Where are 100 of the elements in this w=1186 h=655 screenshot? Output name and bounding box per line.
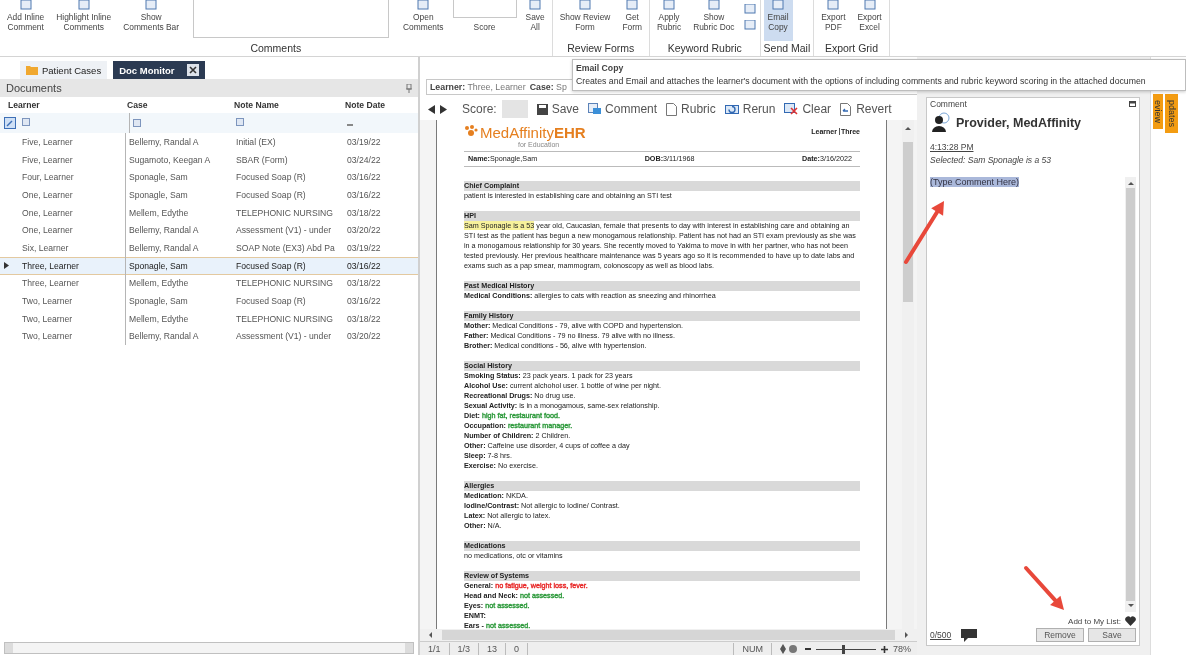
toolbar-button[interactable]: Revert [840, 102, 892, 116]
selection-text: Selected: Sam Sponagle is a 53 [930, 155, 1052, 165]
column-header[interactable]: Case [125, 100, 232, 110]
table-cell-text: 03/24/22 [346, 154, 382, 165]
table-cell: Mellem, Edythe [125, 203, 232, 222]
table-row[interactable]: Five, Learner Sugamoto, Keegan A SBAR (Form) 03/24/22 [0, 150, 418, 169]
score-label: Score [473, 22, 496, 32]
speech-bubble-icon[interactable] [961, 628, 978, 642]
previous-icon[interactable] [428, 104, 435, 114]
group-label: Review Forms [566, 41, 636, 55]
table-row[interactable]: Two, Learner Sponagle, Sam Focused Soap (R) 03/16/22 [0, 292, 418, 310]
table-row[interactable]: Six, Learner Bellemy, Randal A SOAP Note (EX3) Abd Pa 03/19/22 [0, 239, 418, 257]
ribbon-button[interactable]: Export PDF [817, 0, 850, 41]
table-cell-text: Two, Learner [21, 313, 74, 324]
zoom-reading: 78% [893, 644, 911, 654]
ribbon-button[interactable]: Add Inline Comment [3, 0, 49, 41]
document-icon [742, 20, 757, 30]
floppy-icon [536, 103, 548, 115]
pin-icon[interactable] [406, 83, 412, 93]
table-row[interactable]: One, Learner Mellem, Edythe TELEPHONIC NURSING 03/18/22 [0, 203, 418, 222]
ribbon-button[interactable]: Export Excel [853, 0, 886, 41]
next-icon[interactable] [440, 104, 447, 114]
learner-info: Learner: Three, Learner [430, 82, 526, 92]
logo-text: MedAffinityEHR [480, 125, 586, 141]
ribbon-button[interactable]: Show Review Form [555, 0, 615, 41]
table-cell-text: One, Learner [21, 207, 74, 218]
table-cell-text: Six, Learner [21, 242, 70, 253]
panel-button[interactable]: Save [1088, 628, 1136, 642]
table-row[interactable]: One, Learner Sponagle, Sam Focused Soap (R) 03/16/22 [0, 186, 418, 204]
table-cell-text: TELEPHONIC NURSING [235, 278, 334, 289]
table-cell: Bellemy, Randal A [125, 327, 232, 346]
comment-field[interactable] [193, 0, 390, 38]
table-cell-text: Three, Learner [21, 278, 80, 289]
toolbar-button[interactable]: Save [536, 102, 580, 116]
document-icon [416, 0, 431, 10]
ribbon-button[interactable]: Apply Rubric [652, 0, 686, 41]
edit-icon[interactable] [4, 117, 16, 129]
ribbon-button[interactable]: Email Copy [763, 0, 793, 41]
ribbon-button[interactable]: Show Rubric Doc [689, 0, 739, 41]
table-row[interactable]: Five, Learner Bellemy, Randal A Initial (EX) 03/19/22 [0, 133, 418, 151]
ribbon-button[interactable]: Get Form [618, 0, 646, 41]
table-cell-text: Focused Soap (R) [235, 189, 307, 200]
author-name: Provider, MedAffinity [956, 116, 1082, 130]
table-cell: Sponagle, Sam [125, 256, 232, 275]
close-button[interactable] [186, 64, 199, 76]
table-row[interactable]: Two, Learner Mellem, Edythe TELEPHONIC NURSING 03/18/22 [0, 309, 418, 328]
table-cell-text: 03/18/22 [346, 278, 382, 289]
group-label: Send Mail [763, 41, 811, 55]
annotation-arrow [904, 201, 944, 264]
group-label: Export Grid [823, 41, 880, 55]
table-row[interactable]: Four, Learner Sponagle, Sam Focused Soap (R) 03/16/22 [0, 168, 418, 187]
document-icon [625, 0, 640, 10]
table-row[interactable]: Three, Learner Sponagle, Sam Focused Soap (R) 03/16/22 [0, 256, 418, 275]
table-cell-text: Focused Soap (R) [235, 296, 307, 307]
vertical-scrollbar[interactable] [1125, 177, 1136, 612]
table-cell: Mellem, Edythe [125, 274, 232, 293]
tab[interactable]: Doc Monitor [113, 61, 205, 79]
toolbar-button[interactable]: Rerun [724, 102, 776, 116]
ribbon-button[interactable]: Save All [521, 0, 549, 41]
horizontal-scrollbar[interactable] [420, 629, 917, 641]
counter-link[interactable]: 0/500 [930, 630, 952, 640]
column-header[interactable]: Note Name [232, 100, 343, 110]
side-tab[interactable]: eview [1153, 94, 1163, 129]
table-cell-text: Focused Soap (R) [235, 260, 307, 271]
document-icon [771, 0, 786, 10]
toolbar-button[interactable]: Comment [588, 102, 658, 116]
column-header[interactable]: Note Date [343, 100, 418, 110]
tab[interactable]: Patient Cases [20, 61, 108, 79]
horizontal-scrollbar[interactable] [4, 642, 414, 654]
toolbar-button[interactable]: Clear [784, 102, 832, 116]
collapse-icon[interactable] [1129, 101, 1136, 107]
ribbon-button[interactable]: Highlight Inline Comments [52, 0, 116, 41]
toolbar-button[interactable]: Rubric [666, 102, 716, 116]
document-icon [662, 0, 677, 10]
table-cell-text: 03/20/22 [346, 225, 382, 236]
filter-icon [133, 119, 141, 127]
side-tab[interactable]: pdates [1165, 94, 1178, 134]
table-cell: Bellemy, Randal A [125, 239, 232, 257]
table-row[interactable]: Three, Learner Mellem, Edythe TELEPHONIC NURSING 03/18/22 [0, 274, 418, 293]
ribbon-button[interactable]: Show Comments Bar [119, 0, 184, 41]
table-row[interactable]: Two, Learner Bellemy, Randal A Assessment (V1) - under 03/20/22 [0, 327, 418, 346]
table-cell: Sponagle, Sam [125, 168, 232, 187]
panel-button[interactable]: Remove [1036, 628, 1084, 642]
table-cell-text: Initial (EX) [235, 136, 277, 147]
comment-input[interactable]: (Type Comment Here) [930, 177, 1125, 612]
dash-icon [347, 124, 353, 126]
zoom-in-icon[interactable] [881, 645, 888, 653]
vertical-scrollbar[interactable] [902, 120, 914, 629]
tooltip-title: Email Copy [576, 62, 625, 75]
table-row[interactable]: One, Learner Bellemy, Randal A Assessment (V1) - under 03/20/22 [0, 221, 418, 240]
table-cell-text: SBAR (Form) [235, 154, 289, 165]
ribbon-button[interactable]: Open Comments [399, 0, 448, 41]
view-icon[interactable] [778, 644, 800, 654]
add-to-list-label: Add to My List: [1068, 616, 1121, 626]
table-cell-text: One, Learner [21, 189, 74, 200]
score-field[interactable] [501, 100, 528, 118]
time-link[interactable]: 4:13:28 PM [930, 142, 1136, 152]
column-header[interactable]: Learner [0, 100, 125, 110]
heart-icon[interactable] [1125, 616, 1136, 626]
score-field[interactable] [452, 0, 517, 18]
